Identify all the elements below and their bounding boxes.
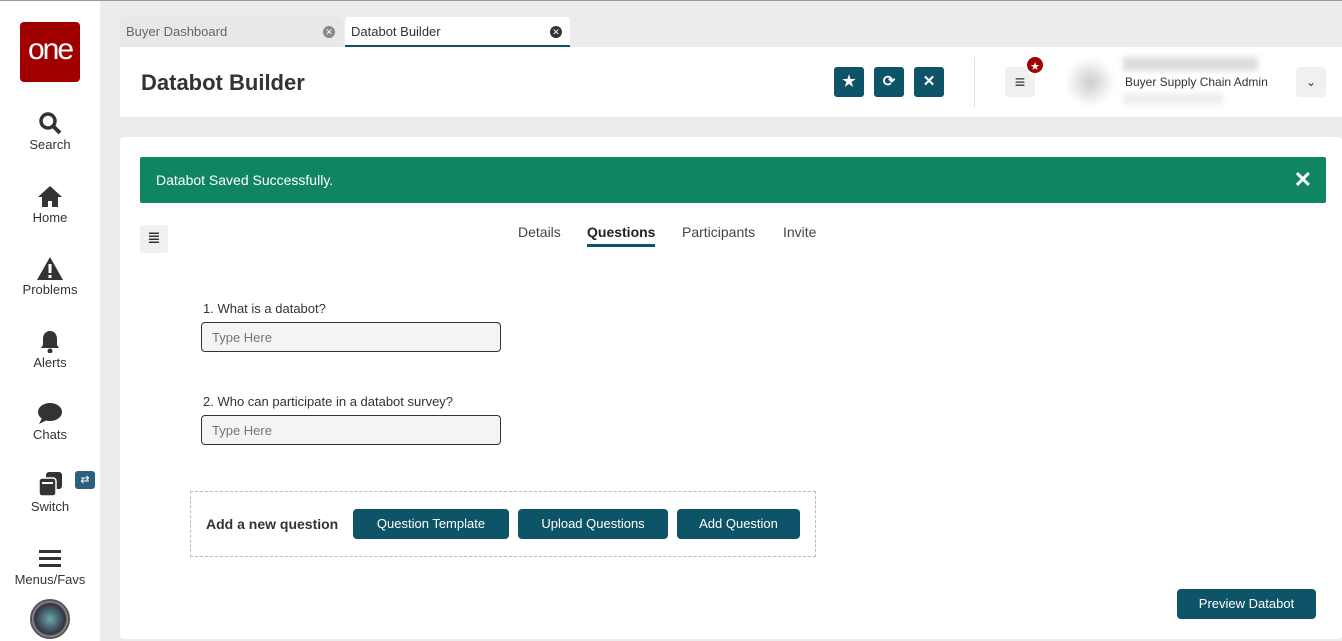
home-icon (0, 180, 100, 208)
success-alert: Databot Saved Successfully. ✕ (140, 157, 1326, 203)
question-2-input[interactable] (201, 415, 501, 445)
hamburger-icon: ≡ (1014, 72, 1026, 92)
nav-label: Home (32, 210, 68, 225)
user-menu-dropdown[interactable]: ⌄ (1296, 67, 1326, 97)
user-avatar[interactable] (1065, 57, 1115, 107)
tab-questions[interactable]: Questions (587, 224, 656, 247)
divider (974, 57, 975, 107)
alert-message: Databot Saved Successfully. (156, 172, 334, 188)
nav-search[interactable]: Search (0, 107, 100, 152)
question-label: 2. Who can participate in a databot surv… (203, 394, 454, 409)
search-icon (0, 107, 100, 135)
tab-databot-builder[interactable]: Databot Builder ✕ (345, 17, 570, 47)
preview-databot-button[interactable]: Preview Databot (1177, 589, 1316, 619)
favorites-badge-icon: ★ (1025, 55, 1045, 75)
add-question-button[interactable]: Add Question (677, 509, 800, 539)
user-role: Buyer Supply Chain Admin (1125, 75, 1268, 89)
tab-details[interactable]: Details (518, 224, 561, 240)
user-org-blurred (1123, 93, 1223, 105)
close-button[interactable]: ✕ (914, 67, 944, 97)
tab-label: Databot Builder (351, 24, 441, 39)
sidebar: one Search Home Problems Alerts Chats Sw… (0, 1, 100, 641)
nav-chats[interactable]: Chats (0, 397, 100, 442)
nav-label: Search (29, 137, 71, 152)
list-icon: ≣ (147, 230, 161, 247)
question-template-button[interactable]: Question Template (353, 509, 509, 539)
tab-buyer-dashboard[interactable]: Buyer Dashboard ✕ (120, 17, 343, 47)
nav-label: Switch (30, 499, 70, 514)
nav-label: Problems (22, 282, 78, 297)
upload-questions-button[interactable]: Upload Questions (518, 509, 668, 539)
warning-icon (0, 252, 100, 280)
alert-close-icon[interactable]: ✕ (1294, 157, 1312, 203)
logo[interactable]: one (20, 22, 80, 82)
bell-icon (0, 325, 100, 353)
favorite-button[interactable]: ★ (834, 67, 864, 97)
nav-menus[interactable]: Menus/Favs (0, 542, 100, 587)
nav-label: Chats (33, 427, 67, 442)
hamburger-icon (0, 542, 100, 570)
nav-alerts[interactable]: Alerts (0, 325, 100, 370)
question-1-input[interactable] (201, 322, 501, 352)
tab-label: Buyer Dashboard (126, 24, 228, 39)
refresh-icon: ⟳ (882, 73, 896, 90)
switch-arrows-icon[interactable]: ⇄ (75, 471, 95, 489)
nav-label: Alerts (33, 355, 67, 370)
nav-label: Menus/Favs (14, 572, 86, 587)
star-icon: ★ (842, 73, 856, 90)
nav-home[interactable]: Home (0, 180, 100, 225)
close-tab-icon[interactable]: ✕ (550, 26, 562, 38)
main-panel: Databot Saved Successfully. ✕ ≣ Details Q… (120, 137, 1342, 639)
tab-participants[interactable]: Participants (682, 224, 755, 240)
list-toggle-button[interactable]: ≣ (140, 225, 168, 253)
add-question-panel: Add a new question Question Template Upl… (190, 491, 816, 557)
refresh-button[interactable]: ⟳ (874, 67, 904, 97)
page-header: Databot Builder ★ ⟳ ✕ ≡ ★ Buyer Supply C… (120, 47, 1342, 117)
add-question-label: Add a new question (206, 516, 339, 532)
page-title: Databot Builder (141, 70, 305, 95)
chevron-down-icon: ⌄ (1305, 75, 1317, 89)
assistant-avatar[interactable] (30, 599, 70, 639)
question-label: 1. What is a databot? (203, 301, 326, 316)
tab-invite[interactable]: Invite (783, 224, 816, 240)
nav-problems[interactable]: Problems (0, 252, 100, 297)
close-icon: ✕ (922, 73, 936, 90)
close-tab-icon[interactable]: ✕ (323, 26, 335, 38)
user-name-blurred (1123, 57, 1258, 71)
chat-icon (0, 397, 100, 425)
